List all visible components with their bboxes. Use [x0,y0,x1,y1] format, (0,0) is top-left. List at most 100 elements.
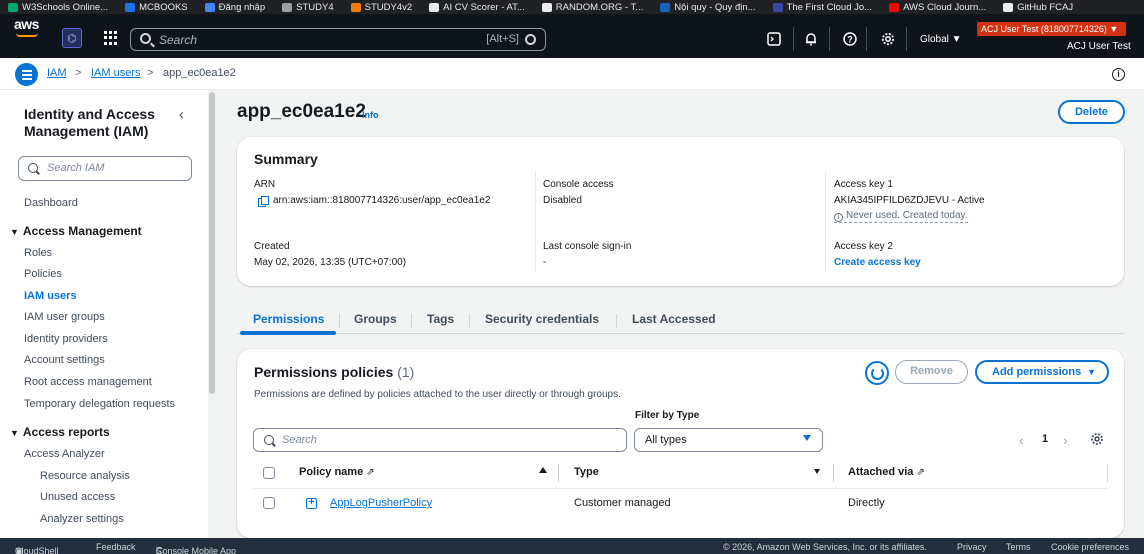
sort-ascending-icon[interactable] [539,467,547,473]
table-settings-icon[interactable] [1090,432,1104,446]
sidebar-item-dashboard[interactable]: Dashboard [24,197,78,209]
sidebar-item-identity-providers[interactable]: Identity providers [24,333,108,345]
footer-feedback[interactable]: Feedback [96,542,136,552]
row-checkbox[interactable] [263,497,275,509]
sidebar-item-unused-access[interactable]: Unused access [40,491,115,503]
sidebar-item-policies[interactable]: Policies [24,268,62,280]
select-all-checkbox[interactable] [263,467,275,479]
breadcrumb-iam-users[interactable]: IAM users [91,67,141,79]
bookmark-item[interactable]: AI CV Scorer - AT... [421,2,534,13]
breadcrumb-iam[interactable]: IAM [47,67,67,79]
sidebar-item-access-analyzer[interactable]: Access Analyzer [24,448,105,460]
bookmark-item[interactable]: Nội quy - Quy địn... [652,2,764,13]
policy-name-link[interactable]: AppLogPusherPolicy [330,497,432,509]
sidebar-item-analyzer-settings[interactable]: Analyzer settings [40,513,124,525]
tab-last-accessed[interactable]: Last Accessed [632,312,716,326]
section-label: Access Management [22,224,142,238]
sidebar-section-access-management[interactable]: ▼ Access Management [10,224,142,238]
info-link[interactable]: Info [362,110,379,120]
service-icon[interactable]: ⌬ [62,28,82,48]
remove-button[interactable]: Remove [895,360,968,384]
sidebar-close-icon[interactable]: ‹ [179,106,184,123]
create-access-key-link[interactable]: Create access key [834,257,921,268]
footer-cookie-preferences[interactable]: Cookie preferences [1051,542,1129,552]
footer-terms[interactable]: Terms [1006,542,1031,552]
sidebar-item-resource-analysis[interactable]: Resource analysis [40,470,130,482]
breadcrumb-separator: > [147,67,154,79]
access-key1-note[interactable]: i Never used. Created today. [834,210,968,223]
search-icon [28,163,38,173]
sort-descending-icon[interactable] [814,469,820,474]
bookmark-item[interactable]: W3Schools Online... [0,2,117,13]
column-header-attached-via: Attached via ⇗ [848,466,925,478]
permissions-policies-card: Permissions policies (1) Permissions are… [237,349,1124,538]
bookmark-item[interactable]: AWS Cloud Journ... [881,2,995,13]
tab-permissions[interactable]: Permissions [253,312,324,326]
global-search-input[interactable]: Search [Alt+S] [130,28,546,51]
footer-privacy[interactable]: Privacy [957,542,987,552]
summary-card: Summary ARN arn:aws:iam::818007714326:us… [237,137,1124,286]
sidebar-scrollbar-thumb[interactable] [209,92,215,394]
cloudshell-icon[interactable] [766,31,782,47]
console-access-value: Disabled [543,195,582,206]
tab-groups[interactable]: Groups [354,312,397,326]
add-permissions-button[interactable]: Add permissions ▼ [975,360,1109,384]
sidebar-item-iam-user-groups[interactable]: IAM user groups [24,311,105,323]
expand-row-icon[interactable]: + [306,498,317,509]
info-panel-icon[interactable]: i [1112,68,1125,81]
copy-icon[interactable] [258,196,269,207]
settings-icon[interactable] [880,31,896,47]
bell-icon[interactable] [803,31,819,47]
bookmark-item[interactable]: STUDY4v2 [343,2,422,13]
type-filter-select[interactable]: All types [634,428,823,452]
next-page-icon[interactable]: › [1063,432,1068,448]
refresh-icon[interactable] [865,361,889,385]
aws-logo[interactable]: aws [14,16,39,32]
bookmark-item[interactable]: GitHub FCAJ [995,2,1082,13]
bookmark-item[interactable]: The First Cloud Jo... [765,2,882,13]
policy-search-input[interactable]: Search [253,428,627,452]
bookmark-item[interactable]: Đăng nhập [197,2,274,13]
tab-tags[interactable]: Tags [427,312,454,326]
sidebar-item-temporary-delegation[interactable]: Temporary delegation requests [24,398,175,410]
account-menu[interactable]: ACJ User Test (818007714326) ▼ [977,22,1126,36]
search-icon [264,435,274,445]
sidebar-item-roles[interactable]: Roles [24,247,52,259]
permissions-heading-text: Permissions policies [254,364,394,380]
page-number[interactable]: 1 [1042,433,1048,445]
menu-toggle-icon[interactable] [15,63,38,86]
search-placeholder: Search [159,33,198,47]
help-icon[interactable]: ? [842,31,858,47]
sidebar-item-account-settings[interactable]: Account settings [24,354,105,366]
bookmark-favicon-icon [889,2,900,12]
bookmark-label: GitHub FCAJ [1017,1,1074,13]
caret-down-icon [803,435,811,441]
bookmark-favicon-icon [429,2,440,12]
bookmark-item[interactable]: STUDY4 [274,2,342,13]
services-grid-icon[interactable] [104,31,118,45]
sidebar-section-access-reports[interactable]: ▼ Access reports [10,425,110,439]
bookmark-label: Đăng nhập [218,1,266,13]
sidebar-search-input[interactable]: Search IAM [18,156,192,181]
account-name[interactable]: ACJ User Test [1067,41,1131,52]
console-footer: ▣ CloudShell Feedback ⎘ Console Mobile A… [0,538,1144,554]
region-selector[interactable]: Global ▼ [920,34,962,45]
prev-page-icon[interactable]: ‹ [1019,432,1024,448]
search-settings-icon[interactable] [525,34,536,45]
last-signin-value: - [543,257,547,268]
delete-button[interactable]: Delete [1058,100,1125,124]
bookmark-favicon-icon [772,2,783,12]
sidebar-item-iam-users[interactable]: IAM users [24,290,77,302]
bookmark-item[interactable]: MCBOOKS [117,2,197,13]
sidebar-item-root-access-management[interactable]: Root access management [24,376,152,388]
bookmark-item[interactable]: RANDOM.ORG - T... [534,2,652,13]
aws-logo-smile [16,33,38,37]
type-filter-value: All types [645,434,687,446]
search-icon [140,33,151,44]
column-header-type[interactable]: Type [574,466,599,478]
column-header-label: Policy name [299,466,364,478]
tab-security-credentials[interactable]: Security credentials [485,312,599,326]
bookmark-label: AI CV Scorer - AT... [443,1,525,13]
tab-divider [469,314,470,328]
bookmark-label: Nội quy - Quy địn... [674,1,756,13]
